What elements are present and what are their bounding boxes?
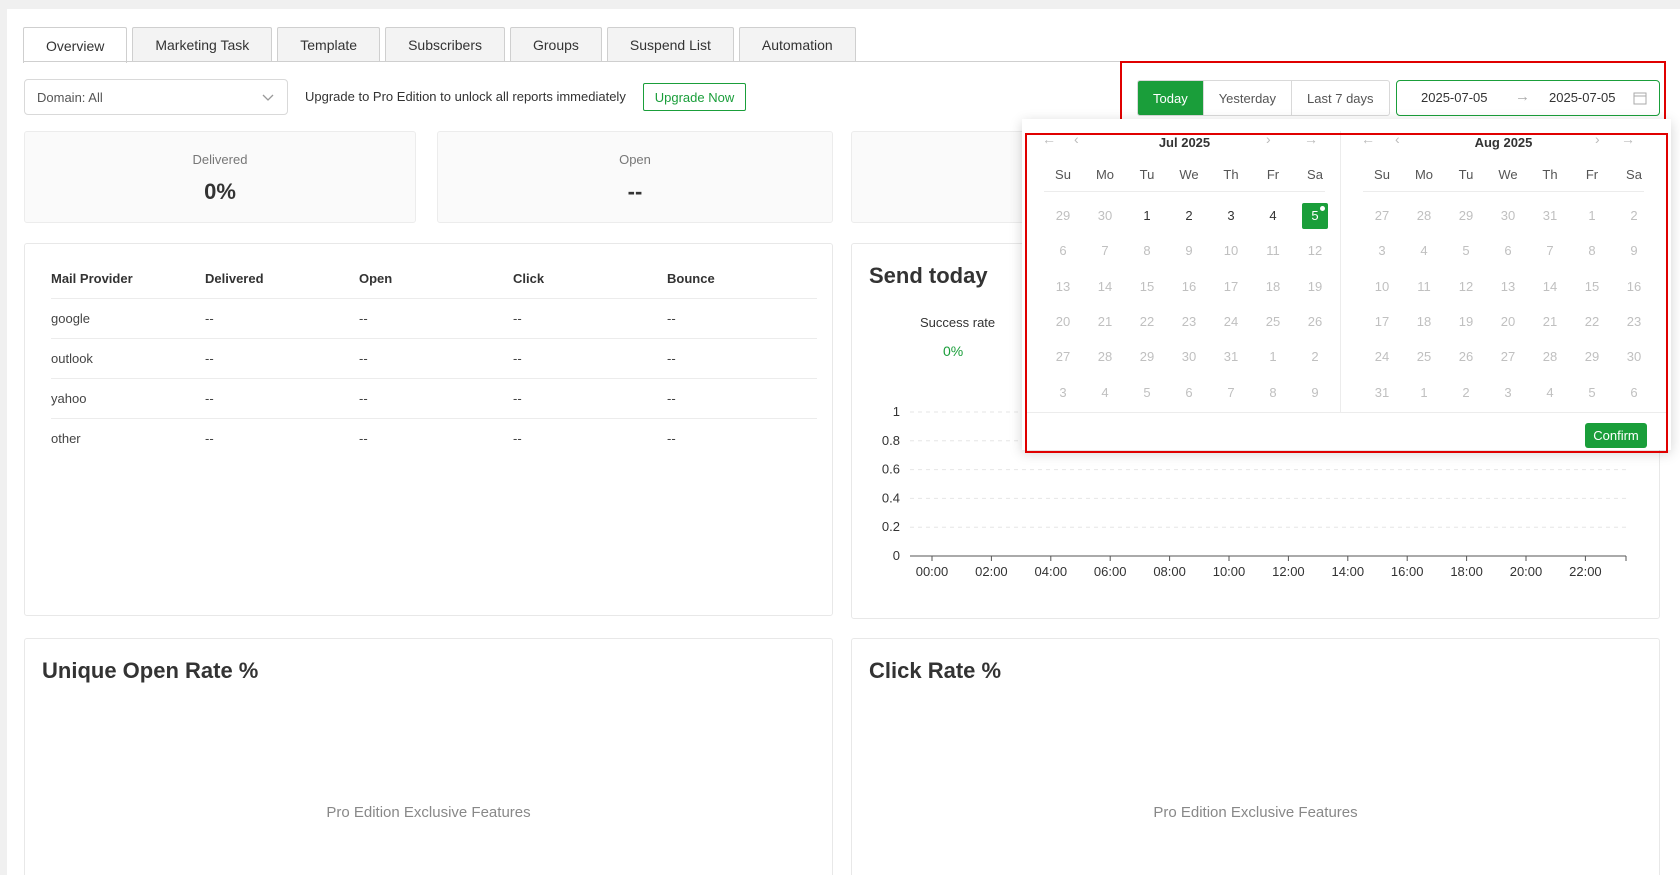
table-cell: -- (667, 298, 817, 339)
calendar-highlight (1025, 133, 1668, 453)
x-tick-label: 14:00 (1332, 564, 1365, 579)
stat-value: 0% (204, 179, 236, 204)
unique-open-rate-title: Unique Open Rate % (42, 658, 259, 683)
y-tick-label: 0 (893, 548, 900, 563)
success-rate-label: Success rate (920, 315, 996, 330)
table-cell: -- (513, 298, 667, 339)
tab-overview[interactable]: Overview (23, 27, 128, 63)
stat-card-hidden (851, 131, 1051, 223)
x-tick-label: 22:00 (1569, 564, 1602, 579)
tab-bar: Overview Marketing Task Template Subscri… (23, 27, 861, 63)
x-tick-label: 20:00 (1510, 564, 1543, 579)
unique-open-rate-panel: Unique Open Rate % Pro Edition Exclusive… (24, 638, 833, 875)
y-tick-label: 0.8 (882, 433, 900, 448)
table-row: google -- -- -- -- (51, 298, 817, 339)
click-rate-title: Click Rate % (869, 658, 1002, 683)
column-header: Open (359, 260, 513, 299)
table-cell: outlook (51, 338, 205, 379)
send-today-title: Send today (869, 263, 988, 288)
y-tick-label: 0.6 (882, 462, 900, 477)
tab-subscribers[interactable]: Subscribers (385, 27, 505, 62)
x-tick-label: 02:00 (975, 564, 1008, 579)
table-cell: yahoo (51, 378, 205, 419)
upgrade-now-button[interactable]: Upgrade Now (643, 83, 746, 111)
column-header: Bounce (667, 260, 817, 299)
tab-suspend-list[interactable]: Suspend List (606, 27, 734, 62)
table-cell: -- (205, 298, 359, 339)
x-tick-label: 00:00 (916, 564, 949, 579)
table-cell: -- (359, 298, 513, 339)
stat-card-open: Open -- (437, 131, 833, 223)
y-tick-label: 1 (893, 404, 900, 419)
tab-marketing-task[interactable]: Marketing Task (132, 27, 273, 62)
mail-provider-table: Mail Provider Delivered Open Click Bounc… (51, 260, 817, 458)
column-header: Mail Provider (51, 260, 205, 299)
x-tick-label: 04:00 (1035, 564, 1068, 579)
stat-card-delivered: Delivered 0% (24, 131, 416, 223)
tab-groups[interactable]: Groups (510, 27, 602, 62)
table-cell: -- (359, 430, 368, 446)
success-rate-value: 0% (943, 343, 964, 359)
table-cell: -- (667, 378, 817, 419)
table-cell: -- (205, 378, 359, 419)
table-cell: -- (513, 378, 667, 419)
x-tick-label: 08:00 (1153, 564, 1186, 579)
table-cell: google (51, 298, 205, 339)
x-tick-label: 06:00 (1094, 564, 1127, 579)
x-tick-label: 12:00 (1272, 564, 1305, 579)
column-header: Click (513, 260, 667, 299)
click-rate-panel: Click Rate % Pro Edition Exclusive Featu… (851, 638, 1660, 875)
chevron-down-icon (262, 94, 274, 101)
domain-select[interactable]: Domain: All (24, 79, 288, 115)
pro-feature-placeholder: Pro Edition Exclusive Features (326, 804, 531, 821)
table-row: other -- -- -- -- (51, 418, 817, 458)
y-tick-label: 0.4 (882, 490, 900, 505)
stat-label: Delivered (192, 152, 248, 167)
table-cell: other (51, 430, 81, 446)
table-cell: -- (513, 338, 667, 379)
table-cell: -- (359, 338, 513, 379)
stat-value: -- (627, 179, 643, 204)
stat-label: Open (619, 152, 651, 167)
domain-select-value: Domain: All (37, 89, 103, 105)
table-cell: -- (513, 430, 522, 446)
table-cell: -- (205, 430, 214, 446)
table-cell: -- (667, 430, 676, 446)
x-tick-label: 18:00 (1450, 564, 1483, 579)
upgrade-message: Upgrade to Pro Edition to unlock all rep… (305, 89, 626, 104)
tab-template[interactable]: Template (277, 27, 381, 62)
table-cell: -- (359, 378, 513, 419)
x-tick-label: 16:00 (1391, 564, 1424, 579)
tab-automation[interactable]: Automation (738, 27, 856, 62)
table-row: yahoo -- -- -- -- (51, 378, 817, 419)
date-filter-highlight (1120, 61, 1666, 125)
mail-provider-panel: Mail Provider Delivered Open Click Bounc… (24, 243, 833, 616)
table-cell: -- (667, 338, 817, 379)
column-header: Delivered (205, 260, 359, 299)
table-row: outlook -- -- -- -- (51, 338, 817, 379)
table-header-row: Mail Provider Delivered Open Click Bounc… (51, 260, 817, 299)
table-cell: -- (205, 338, 359, 379)
x-tick-label: 10:00 (1213, 564, 1246, 579)
y-tick-label: 0.2 (882, 519, 900, 534)
pro-feature-placeholder: Pro Edition Exclusive Features (1153, 804, 1358, 821)
